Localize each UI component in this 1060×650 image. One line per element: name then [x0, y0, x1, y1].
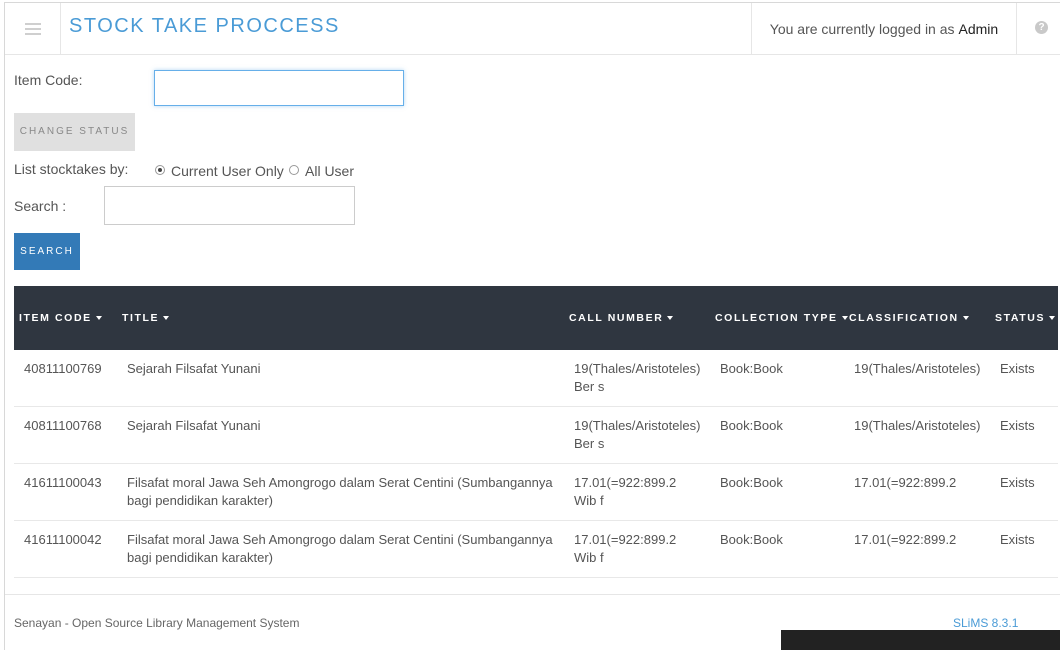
cell-title: Sejarah Filsafat Yunani [127, 361, 261, 376]
radio-all-user[interactable] [289, 165, 299, 175]
radio-current-user-label[interactable]: Current User Only [171, 163, 284, 179]
search-label: Search : [14, 198, 67, 214]
cell-status: Exists [1000, 361, 1035, 376]
cell-status: Exists [1000, 475, 1035, 490]
bottom-dark-bar [781, 630, 1060, 650]
cell-classification: 17.01(=922:899.2 [854, 475, 957, 490]
column-header-call-number[interactable]: CALL NUMBER [569, 286, 674, 350]
search-input[interactable] [104, 186, 355, 225]
cell-item-code: 40811100769 [24, 361, 102, 376]
cell-classification: 19(Thales/Aristoteles) [854, 418, 981, 433]
cell-item-code: 41611100043 [24, 475, 102, 490]
footer-text: Senayan - Open Source Library Management… [14, 616, 300, 630]
cell-status: Exists [1000, 418, 1035, 433]
hamburger-icon [24, 22, 41, 35]
cell-call-number: 19(Thales/Aristoteles) Ber s [574, 361, 701, 394]
footer-divider [5, 594, 1060, 595]
table-row: 40811100769 Sejarah Filsafat Yunani 19(T… [14, 350, 1058, 407]
cell-call-number: 17.01(=922:899.2 Wib f [574, 475, 677, 508]
column-header-item-code[interactable]: ITEM CODE [19, 286, 102, 350]
cell-status: Exists [1000, 532, 1035, 547]
cell-classification: 17.01(=922:899.2 [854, 532, 957, 547]
column-header-collection-type[interactable]: COLLECTION TYPE [715, 286, 848, 350]
question-circle-icon[interactable]: ? [1035, 21, 1048, 34]
search-button[interactable]: SEARCH [14, 233, 80, 270]
menu-toggle-button[interactable] [5, 3, 61, 54]
list-stocktakes-label: List stocktakes by: [14, 161, 129, 177]
item-code-input[interactable] [154, 70, 404, 106]
caret-down-icon [962, 316, 969, 321]
cell-collection-type: Book:Book [720, 532, 783, 547]
radio-current-user[interactable] [155, 165, 165, 175]
cell-collection-type: Book:Book [720, 361, 783, 376]
login-user: Admin [958, 20, 999, 37]
column-header-title[interactable]: TITLE [122, 286, 170, 350]
cell-collection-type: Book:Book [720, 475, 783, 490]
caret-down-icon [667, 316, 674, 321]
cell-call-number: 17.01(=922:899.2 Wib f [574, 532, 677, 565]
cell-item-code: 40811100768 [24, 418, 102, 433]
stocktake-table: ITEM CODE TITLE CALL NUMBER COLLECTION T… [14, 286, 1058, 578]
cell-classification: 19(Thales/Aristoteles) [854, 361, 981, 376]
table-row: 41611100042 Filsafat moral Jawa Seh Amon… [14, 521, 1058, 578]
caret-down-icon [163, 316, 170, 321]
caret-down-icon [1049, 316, 1056, 321]
cell-title: Filsafat moral Jawa Seh Amongrogo dalam … [127, 475, 553, 508]
table-row: 40811100768 Sejarah Filsafat Yunani 19(T… [14, 407, 1058, 464]
login-info: You are currently logged in as Admin [751, 3, 1017, 54]
login-prefix: You are currently logged in as [769, 20, 955, 37]
caret-down-icon [95, 316, 102, 321]
cell-title: Filsafat moral Jawa Seh Amongrogo dalam … [127, 532, 553, 565]
change-status-button[interactable]: CHANGE STATUS [14, 113, 135, 151]
table-row: 41611100043 Filsafat moral Jawa Seh Amon… [14, 464, 1058, 521]
column-header-classification[interactable]: CLASSIFICATION [849, 286, 969, 350]
top-header: STOCK TAKE PROCCESS You are currently lo… [5, 3, 1060, 55]
column-header-status[interactable]: STATUS [995, 286, 1056, 350]
item-code-label: Item Code: [14, 72, 83, 88]
cell-collection-type: Book:Book [720, 418, 783, 433]
table-header: ITEM CODE TITLE CALL NUMBER COLLECTION T… [14, 286, 1058, 350]
cell-call-number: 19(Thales/Aristoteles) Ber s [574, 418, 701, 451]
cell-item-code: 41611100042 [24, 532, 102, 547]
caret-down-icon [841, 316, 848, 321]
page-title: STOCK TAKE PROCCESS [69, 15, 340, 37]
cell-title: Sejarah Filsafat Yunani [127, 418, 261, 433]
radio-all-user-label[interactable]: All User [305, 163, 354, 179]
